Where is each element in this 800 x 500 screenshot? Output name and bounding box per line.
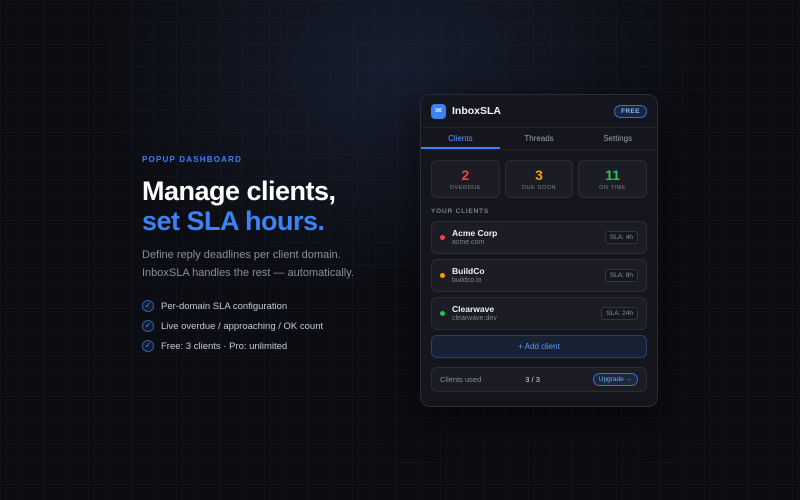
headline-line2: set SLA hours. bbox=[142, 206, 325, 236]
stat-overdue-label: OVERDUE bbox=[449, 185, 482, 191]
stat-due-soon-value: 3 bbox=[535, 167, 543, 183]
client-domain: clearwave.dev bbox=[452, 315, 497, 322]
hero-section: POPUP DASHBOARD Manage clients, set SLA … bbox=[142, 155, 402, 356]
status-dot-icon bbox=[440, 311, 445, 316]
feature-text: Free: 3 clients · Pro: unlimited bbox=[161, 340, 288, 352]
eyebrow-label: POPUP DASHBOARD bbox=[142, 155, 243, 164]
sla-badge[interactable]: SLA: 24h bbox=[601, 307, 638, 320]
stat-on-time-value: 11 bbox=[605, 167, 621, 183]
stat-due-soon-label: DUE SOON bbox=[521, 185, 557, 191]
clients-section-title: YOUR CLIENTS bbox=[431, 208, 489, 215]
check-circle-icon: ✓ bbox=[142, 300, 154, 312]
status-dot-icon bbox=[440, 235, 445, 240]
add-client-button[interactable]: + Add client bbox=[431, 335, 647, 358]
popup-header: ✉ InboxSLA FREE bbox=[421, 95, 657, 128]
client-domain: buildco.io bbox=[452, 277, 482, 284]
client-name: Acme Corp bbox=[452, 228, 498, 238]
client-row-clearwave[interactable]: Clearwave clearwave.dev SLA: 24h bbox=[431, 297, 647, 330]
extension-popup: ✉ InboxSLA FREE Clients Threads Settings… bbox=[420, 94, 658, 407]
tab-settings[interactable]: Settings bbox=[578, 128, 657, 149]
plan-badge: FREE bbox=[614, 104, 647, 118]
upgrade-button[interactable]: Upgrade → bbox=[592, 373, 638, 386]
client-row-acme[interactable]: Acme Corp acme.com SLA: 4h bbox=[431, 221, 647, 254]
stat-overdue: 2 OVERDUE bbox=[431, 160, 500, 198]
feature-item: ✓ Per-domain SLA configuration bbox=[142, 296, 402, 316]
client-list: Acme Corp acme.com SLA: 4h BuildCo build… bbox=[421, 221, 657, 330]
feature-text: Per-domain SLA configuration bbox=[161, 300, 288, 312]
status-dot-icon bbox=[440, 273, 445, 278]
feature-item: ✓ Free: 3 clients · Pro: unlimited bbox=[142, 336, 402, 356]
app-name: InboxSLA bbox=[452, 105, 501, 117]
check-circle-icon: ✓ bbox=[142, 340, 154, 352]
usage-bar: Clients used 3 / 3 Upgrade → bbox=[431, 367, 647, 392]
usage-label: Clients used bbox=[440, 375, 482, 384]
sla-badge[interactable]: SLA: 8h bbox=[604, 269, 638, 282]
stat-overdue-value: 2 bbox=[461, 167, 470, 183]
stat-on-time: 11 ON TIME bbox=[578, 160, 648, 198]
feature-item: ✓ Live overdue / approaching / OK count bbox=[142, 316, 402, 336]
tab-threads[interactable]: Threads bbox=[500, 128, 579, 149]
stats-row: 2 OVERDUE 3 DUE SOON 11 ON TIME bbox=[421, 150, 657, 198]
client-domain: acme.com bbox=[452, 239, 485, 246]
app-logo-icon: ✉ bbox=[431, 103, 446, 119]
tab-bar: Clients Threads Settings bbox=[421, 128, 657, 150]
headline: Manage clients, set SLA hours. bbox=[142, 176, 402, 236]
check-circle-icon: ✓ bbox=[142, 320, 154, 332]
stat-due-soon: 3 DUE SOON bbox=[504, 160, 574, 198]
sla-badge[interactable]: SLA: 4h bbox=[604, 231, 638, 244]
tab-clients[interactable]: Clients bbox=[421, 128, 500, 149]
headline-line1: Manage clients, bbox=[142, 176, 336, 206]
hero-description: Define reply deadlines per client domain… bbox=[142, 249, 354, 279]
usage-count: 3 / 3 bbox=[525, 375, 540, 384]
feature-list: ✓ Per-domain SLA configuration ✓ Live ov… bbox=[142, 296, 402, 356]
stat-on-time-label: ON TIME bbox=[599, 185, 627, 191]
client-name: Clearwave bbox=[452, 304, 495, 314]
client-name: BuildCo bbox=[452, 266, 485, 276]
client-row-buildco[interactable]: BuildCo buildco.io SLA: 8h bbox=[431, 259, 647, 292]
feature-text: Live overdue / approaching / OK count bbox=[161, 320, 324, 332]
